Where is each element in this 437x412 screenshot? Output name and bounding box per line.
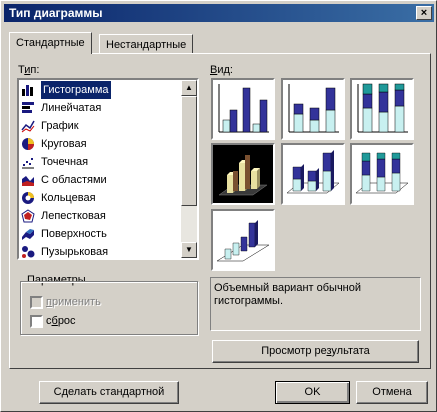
window-title: Тип диаграммы [9,6,103,20]
apply-checkbox[interactable] [30,296,43,309]
scroll-thumb[interactable] [181,96,197,206]
close-button[interactable]: × [416,6,432,20]
clustered-column-preview [218,84,269,133]
bubble-chart-icon [22,246,35,258]
apply-label: применить [46,296,101,308]
list-item-line[interactable]: График [21,117,183,135]
list-item-doughnut[interactable]: Кольцевая [21,189,183,207]
percent-stacked-column-preview [357,83,408,133]
make-default-button[interactable]: Сделать стандартной [39,381,179,404]
list-item-label: График [41,120,79,132]
cancel-button[interactable]: Отмена [356,381,428,404]
tab-custom-label: Нестандартные [106,39,187,51]
ok-button[interactable]: OK [275,381,350,404]
subtype-3d-clustered-column[interactable] [211,143,275,205]
surface-chart-icon [22,229,34,240]
list-item-bar[interactable]: Линейчатая [21,99,183,117]
3d-clustered-column-preview [218,155,268,196]
tab-standard[interactable]: Стандартные [9,32,92,54]
list-item-label: Поверхность [41,228,107,240]
reset-checkbox[interactable] [30,315,43,328]
subtype-stacked-column[interactable] [281,78,345,140]
title-bar[interactable]: Тип диаграммы × [4,4,434,22]
list-item-label: Точечная [41,156,89,168]
area-chart-icon [22,176,34,186]
chart-type-list[interactable]: Гистограмма Линейчатая График Круговая Т… [17,78,199,260]
list-item-radar[interactable]: Лепестковая [21,207,183,225]
arrow-up-icon: ▲ [185,83,193,92]
scroll-down-button[interactable]: ▼ [181,242,197,258]
list-scrollbar[interactable]: ▲ ▼ [181,80,197,258]
bar-chart-icon [22,102,34,113]
view-label: Вид: [210,64,233,76]
tab-standard-label: Стандартные [16,37,85,49]
scatter-chart-icon [22,158,34,169]
reset-label: сброс [46,315,76,327]
tab-custom[interactable]: Нестандартные [99,34,194,53]
3d-stacked-column-preview [286,150,340,194]
close-icon: × [420,7,428,19]
list-item-area[interactable]: С областями [21,171,183,189]
subtype-3d-column[interactable] [211,209,275,271]
list-item-label: Линейчатая [41,102,102,114]
3d-column-preview [216,220,270,262]
list-item-label: Пузырьковая [41,246,109,258]
list-item-bubble[interactable]: Пузырьковая [21,243,183,258]
description-text: Объемный вариант обычной гистограммы. [214,282,362,307]
radar-chart-icon [21,209,35,223]
list-item-scatter[interactable]: Точечная [21,153,183,171]
list-item-label: Кольцевая [41,192,96,204]
column-chart-icon [22,85,33,96]
subtype-100-stacked-column[interactable] [350,78,414,140]
list-item-pie[interactable]: Круговая [21,135,183,153]
list-item-label: Гистограмма [41,81,111,99]
line-chart-icon [21,120,35,133]
arrow-down-icon: ▼ [185,245,193,254]
chart-type-dialog: Тип диаграммы × Стандартные Нестандартны… [0,0,437,412]
subtype-clustered-column[interactable] [211,78,275,140]
type-label: Тип: [18,64,40,76]
stacked-column-preview [288,84,339,133]
scroll-up-button[interactable]: ▲ [181,80,197,96]
list-item-label: Круговая [41,138,87,150]
description-box: Объемный вариант обычной гистограммы. [210,277,421,331]
subtype-3d-stacked-column[interactable] [281,143,345,205]
doughnut-chart-icon [22,192,34,204]
3d-percent-stacked-column-preview [355,152,409,194]
list-item-column[interactable]: Гистограмма [21,81,183,99]
preview-button[interactable]: Просмотр результата [212,340,419,363]
pie-chart-icon [22,138,34,150]
list-item-surface[interactable]: Поверхность [21,225,183,243]
list-item-label: С областями [41,174,107,186]
list-item-label: Лепестковая [41,210,106,222]
subtype-3d-100-stacked-column[interactable] [350,143,414,205]
